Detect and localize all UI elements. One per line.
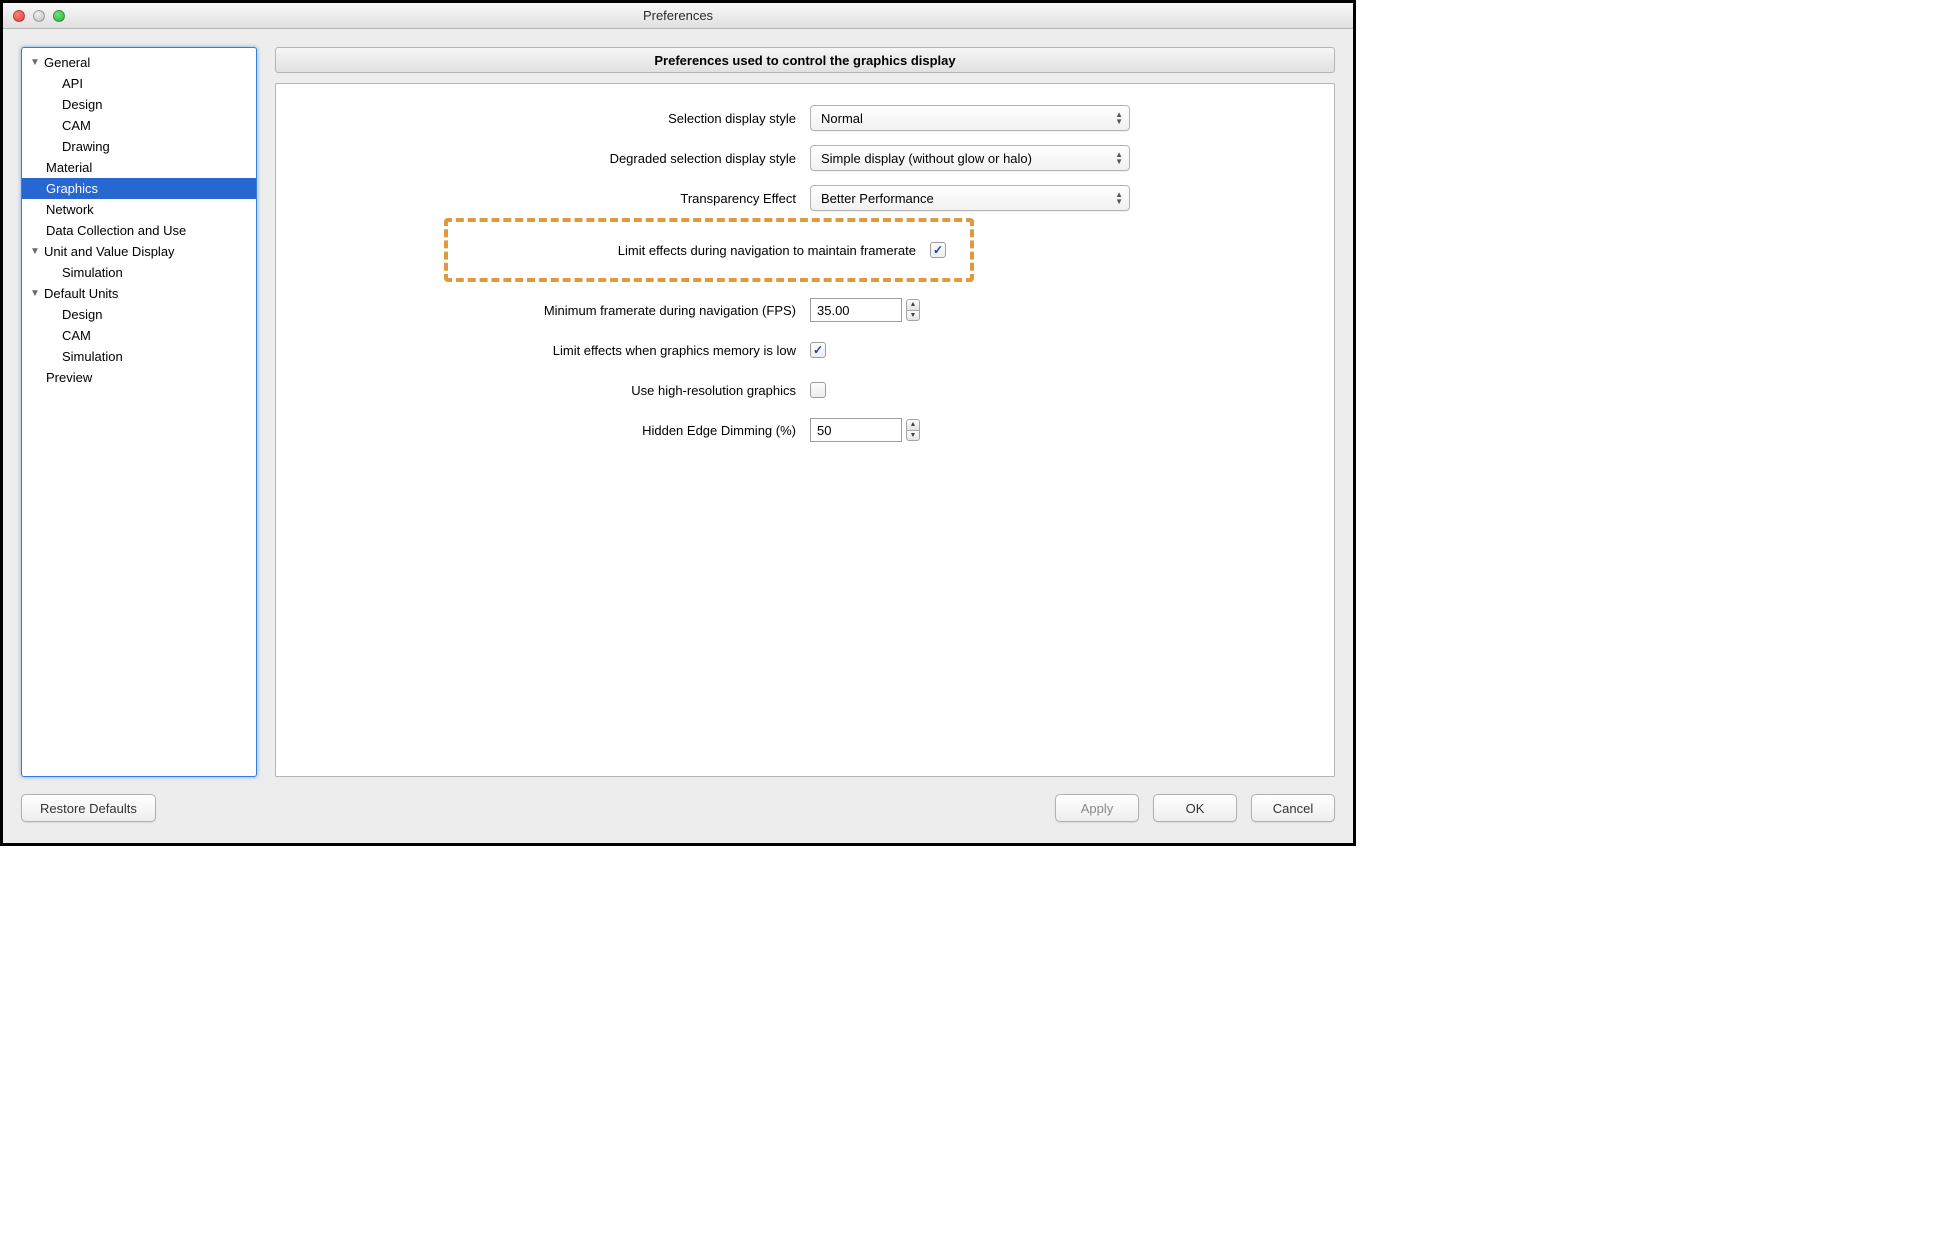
main-panel: Preferences used to control the graphics…: [275, 47, 1335, 777]
label-transparency: Transparency Effect: [296, 191, 796, 206]
content-area: ▼ General API Design CAM Drawing Materia…: [3, 29, 1353, 787]
sidebar-item-preview[interactable]: Preview: [22, 367, 256, 388]
disclosure-triangle-icon[interactable]: ▼: [30, 57, 42, 68]
stepper-up-icon[interactable]: ▲: [906, 419, 920, 430]
sidebar-item-label: Material: [46, 160, 92, 175]
apply-button[interactable]: Apply: [1055, 794, 1139, 822]
sidebar-item-design[interactable]: Design: [22, 94, 256, 115]
label-high-res: Use high-resolution graphics: [296, 383, 796, 398]
row-high-res: Use high-resolution graphics ✓: [296, 370, 1314, 410]
window-title: Preferences: [3, 8, 1353, 23]
sidebar-item-simulation-2[interactable]: Simulation: [22, 346, 256, 367]
highlight-annotation: Limit effects during navigation to maint…: [444, 218, 974, 282]
select-transparency[interactable]: Better Performance ▲▼: [810, 185, 1130, 211]
sidebar-item-label: Unit and Value Display: [44, 244, 175, 259]
stepper-down-icon[interactable]: ▼: [906, 430, 920, 441]
input-min-fps[interactable]: [810, 298, 902, 322]
preferences-sidebar[interactable]: ▼ General API Design CAM Drawing Materia…: [21, 47, 257, 777]
sidebar-item-label: Simulation: [62, 265, 123, 280]
sidebar-item-data-collection[interactable]: Data Collection and Use: [22, 220, 256, 241]
titlebar: Preferences: [3, 3, 1353, 29]
checkbox-limit-navigation-effects[interactable]: ✓: [930, 242, 946, 258]
label-limit-memory: Limit effects when graphics memory is lo…: [296, 343, 796, 358]
preferences-window: Preferences ▼ General API Design CAM Dra…: [0, 0, 1356, 846]
sidebar-item-label: Drawing: [62, 139, 110, 154]
select-value: Simple display (without glow or halo): [821, 151, 1032, 166]
select-degraded-style[interactable]: Simple display (without glow or halo) ▲▼: [810, 145, 1130, 171]
label-degraded-style: Degraded selection display style: [296, 151, 796, 166]
sidebar-item-graphics[interactable]: Graphics: [22, 178, 256, 199]
sidebar-item-unit-value-display[interactable]: ▼ Unit and Value Display: [22, 241, 256, 262]
sidebar-item-general[interactable]: ▼ General: [22, 52, 256, 73]
cancel-button[interactable]: Cancel: [1251, 794, 1335, 822]
label-selection-style: Selection display style: [296, 111, 796, 126]
sidebar-item-api[interactable]: API: [22, 73, 256, 94]
label-dimming: Hidden Edge Dimming (%): [296, 423, 796, 438]
input-dimming[interactable]: [810, 418, 902, 442]
sidebar-item-simulation[interactable]: Simulation: [22, 262, 256, 283]
sidebar-item-label: CAM: [62, 118, 91, 133]
checkbox-limit-memory[interactable]: ✓: [810, 342, 826, 358]
select-arrows-icon: ▲▼: [1115, 111, 1123, 125]
sidebar-item-network[interactable]: Network: [22, 199, 256, 220]
sidebar-item-label: Design: [62, 97, 102, 112]
restore-defaults-button[interactable]: Restore Defaults: [21, 794, 156, 822]
ok-button[interactable]: OK: [1153, 794, 1237, 822]
sidebar-item-drawing[interactable]: Drawing: [22, 136, 256, 157]
disclosure-triangle-icon[interactable]: ▼: [30, 288, 42, 299]
label-limit-navigation-effects: Limit effects during navigation to maint…: [448, 243, 916, 258]
row-min-fps: Minimum framerate during navigation (FPS…: [296, 290, 1314, 330]
select-value: Normal: [821, 111, 863, 126]
checkbox-high-res[interactable]: ✓: [810, 382, 826, 398]
sidebar-item-label: API: [62, 76, 83, 91]
stepper-min-fps[interactable]: ▲ ▼: [906, 299, 920, 321]
row-selection-style: Selection display style Normal ▲▼: [296, 98, 1314, 138]
stepper-down-icon[interactable]: ▼: [906, 310, 920, 321]
sidebar-item-cam[interactable]: CAM: [22, 115, 256, 136]
disclosure-triangle-icon[interactable]: ▼: [30, 246, 42, 257]
panel-body: Selection display style Normal ▲▼ Degrad…: [275, 83, 1335, 777]
sidebar-item-label: CAM: [62, 328, 91, 343]
label-min-fps: Minimum framerate during navigation (FPS…: [296, 303, 796, 318]
sidebar-item-material[interactable]: Material: [22, 157, 256, 178]
footer: Restore Defaults Apply OK Cancel: [3, 787, 1353, 843]
sidebar-item-label: Graphics: [46, 181, 98, 196]
panel-header: Preferences used to control the graphics…: [275, 47, 1335, 73]
sidebar-item-label: Data Collection and Use: [46, 223, 186, 238]
sidebar-item-label: Design: [62, 307, 102, 322]
sidebar-item-label: Simulation: [62, 349, 123, 364]
sidebar-item-design-2[interactable]: Design: [22, 304, 256, 325]
row-degraded-style: Degraded selection display style Simple …: [296, 138, 1314, 178]
sidebar-item-label: Default Units: [44, 286, 118, 301]
row-transparency: Transparency Effect Better Performance ▲…: [296, 178, 1314, 218]
stepper-up-icon[interactable]: ▲: [906, 299, 920, 310]
sidebar-item-label: General: [44, 55, 90, 70]
row-limit-memory: Limit effects when graphics memory is lo…: [296, 330, 1314, 370]
sidebar-item-label: Preview: [46, 370, 92, 385]
select-selection-style[interactable]: Normal ▲▼: [810, 105, 1130, 131]
select-value: Better Performance: [821, 191, 934, 206]
row-dimming: Hidden Edge Dimming (%) ▲ ▼: [296, 410, 1314, 450]
sidebar-item-label: Network: [46, 202, 94, 217]
sidebar-item-cam-2[interactable]: CAM: [22, 325, 256, 346]
sidebar-item-default-units[interactable]: ▼ Default Units: [22, 283, 256, 304]
select-arrows-icon: ▲▼: [1115, 191, 1123, 205]
stepper-dimming[interactable]: ▲ ▼: [906, 419, 920, 441]
select-arrows-icon: ▲▼: [1115, 151, 1123, 165]
